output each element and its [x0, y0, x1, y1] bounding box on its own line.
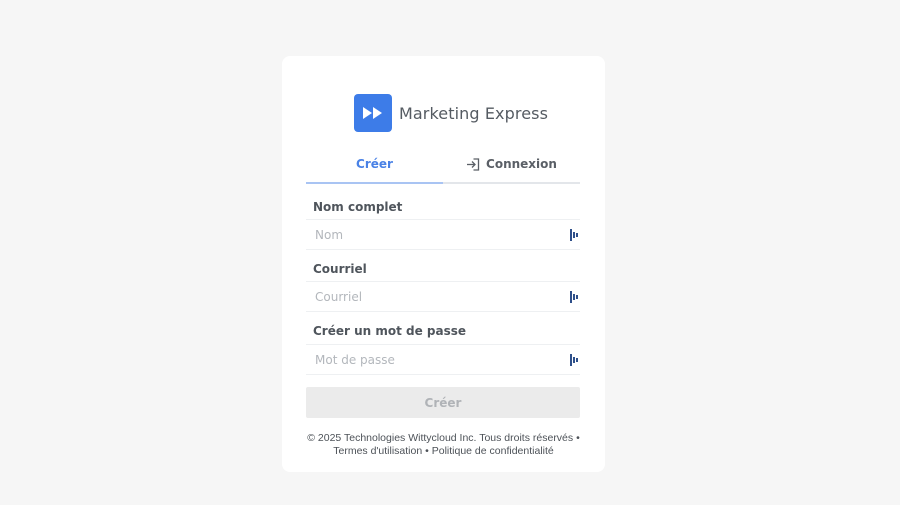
autofill-icon[interactable] [570, 354, 578, 366]
privacy-link[interactable]: Politique de confidentialité [432, 445, 554, 457]
tab-login[interactable]: Connexion [443, 146, 580, 182]
autofill-icon[interactable] [570, 229, 578, 241]
password-label: Créer un mot de passe [313, 324, 467, 338]
full-name-field [306, 219, 580, 250]
footer-separator: • [425, 445, 429, 457]
auth-tabs: Créer Connexion [306, 146, 580, 184]
copyright-text: © 2025 Technologies Wittycloud Inc. Tous… [307, 432, 580, 444]
tab-create-label: Créer [356, 157, 393, 171]
create-account-button[interactable]: Créer [306, 387, 580, 418]
full-name-label: Nom complet [313, 200, 403, 214]
autofill-icon[interactable] [570, 291, 578, 303]
email-input[interactable] [313, 288, 557, 305]
tab-login-label: Connexion [486, 157, 557, 171]
footer-links: Termes d'utilisation • Politique de conf… [282, 445, 605, 458]
brand-name: Marketing Express [399, 103, 549, 123]
email-label: Courriel [313, 262, 367, 276]
password-field [306, 344, 580, 375]
tab-create[interactable]: Créer [306, 146, 443, 184]
terms-link[interactable]: Termes d'utilisation [333, 445, 422, 457]
email-field [306, 281, 580, 312]
full-name-input[interactable] [313, 226, 557, 243]
password-input[interactable] [313, 351, 557, 368]
signup-card: Marketing Express Créer Connexion Nom co… [282, 56, 605, 472]
brand: Marketing Express [354, 94, 548, 132]
footer: © 2025 Technologies Wittycloud Inc. Tous… [282, 432, 605, 458]
fast-forward-icon [354, 94, 392, 132]
login-icon [466, 157, 480, 171]
